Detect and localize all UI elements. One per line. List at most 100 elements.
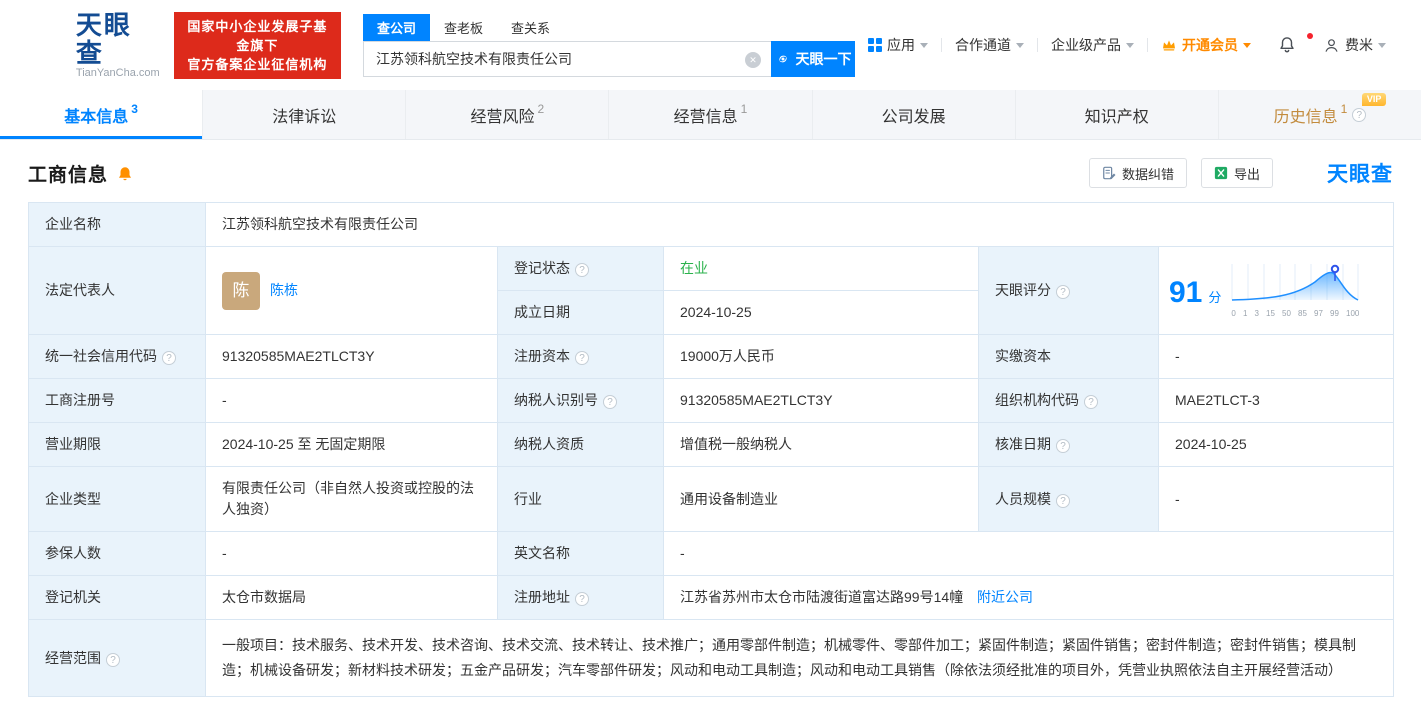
reg-number-value: - [205,378,498,423]
help-icon[interactable] [603,395,617,409]
subscribe-bell-icon[interactable] [116,165,134,183]
help-icon[interactable] [1056,493,1070,508]
legal-rep-avatar[interactable]: 陈 [222,271,260,310]
business-info-table: 企业名称 江苏领科航空技术有限责任公司 法定代表人 陈 陈栋 登记状态 在业 天… [28,202,1395,697]
tab-basic-info[interactable]: 基本信息 3 [0,90,203,139]
field-label-company-name: 企业名称 [28,202,206,247]
english-name-value: - [662,531,1395,576]
field-label-establish-date: 成立日期 [497,290,664,335]
tab-count: 1 [740,101,748,116]
tab-count: 3 [131,101,138,116]
header: 天眼查 TianYanCha.com 国家中小企业发展子基金旗下 官方备案企业征… [0,0,1421,90]
table-row: 工商注册号 - 纳税人识别号 91320585MAE2TLCT3Y 组织机构代码… [28,378,1395,423]
field-label-reg-address: 注册地址 [497,575,664,620]
establish-date-value: 2024-10-25 [663,290,979,335]
main-content: 工商信息 数据纠错 导出 天眼查 企业名称 江苏领科航空技术有限责任公司 法定代… [0,140,1421,697]
business-term-value: 2024-10-25 至 无固定期限 [205,422,498,467]
gov-certification-badge: 国家中小企业发展子基金旗下 官方备案企业征信机构 [173,11,341,79]
field-label-staff-size: 人员规模 [978,466,1159,532]
field-label-company-type: 企业类型 [28,466,206,532]
user-icon [1325,38,1338,52]
help-icon[interactable] [162,351,176,365]
bell-icon [1280,37,1294,53]
field-label-industry: 行业 [497,466,664,532]
approval-date-value: 2024-10-25 [1157,422,1395,467]
search-button[interactable]: 天眼一下 [771,40,855,77]
industry-value: 通用设备制造业 [663,466,979,532]
field-label-reg-status: 登记状态 [497,246,664,291]
tab-operation-risk[interactable]: 经营风险 2 [405,90,608,139]
insured-count-value: - [205,531,498,576]
help-icon[interactable] [1084,395,1098,409]
registration-status: 在业 [680,260,708,276]
help-icon[interactable] [1056,439,1070,453]
export-button[interactable]: 导出 [1200,158,1273,188]
nav-open-vip[interactable]: 开通会员 [1148,35,1264,55]
crown-icon [1163,40,1175,51]
tianyancha-logo[interactable]: 天眼查 TianYanCha.com [22,11,160,79]
table-row: 统一社会信用代码 91320585MAE2TLCT3Y 注册资本 19000万人… [28,334,1395,379]
excel-export-icon [1214,166,1228,180]
gov-badge-line2: 官方备案企业征信机构 [187,56,328,72]
chevron-down-icon [1243,43,1251,52]
reg-status-cell: 在业 [663,246,979,291]
field-label-insured-count: 参保人数 [28,531,206,576]
reg-address-cell: 江苏省苏州市太仓市陆渡街道富达路99号14幢 附近公司 [662,575,1395,620]
tab-legal-proceedings[interactable]: 法律诉讼 [202,90,405,139]
chevron-down-icon [1016,43,1024,52]
legal-rep-link[interactable]: 陈栋 [270,280,298,301]
section-actions: 数据纠错 导出 天眼查 [1088,158,1393,188]
field-label-taxpayer-quality: 纳税人资质 [497,422,664,467]
help-icon[interactable] [106,652,120,667]
section-header: 工商信息 数据纠错 导出 天眼查 [28,140,1393,202]
help-icon[interactable] [1352,107,1367,122]
chevron-down-icon [1378,43,1386,52]
tab-history-info[interactable]: VIP 历史信息 1 [1217,90,1421,139]
field-label-org-code: 组织机构代码 [978,378,1159,423]
nav-user[interactable]: 费米 [1310,35,1399,55]
paid-capital-value: - [1157,334,1395,379]
legal-rep-cell: 陈 陈栋 [205,246,498,335]
field-label-english-name: 英文名称 [497,531,664,576]
tab-operation-info[interactable]: 经营信息 1 [608,90,811,139]
chevron-down-icon [1126,43,1134,52]
table-row: 参保人数 - 英文名称 - [28,531,1395,576]
reg-capital-value: 19000万人民币 [663,334,979,379]
tab-company-development[interactable]: 公司发展 [811,90,1015,139]
apps-grid-icon [868,38,882,52]
gov-badge-line1: 国家中小企业发展子基金旗下 [187,18,328,53]
nav-enterprise-products[interactable]: 企业级产品 [1038,35,1147,55]
help-icon[interactable] [1056,285,1070,299]
table-row: 经营范围 一般项目：技术服务、技术开发、技术咨询、技术交流、技术转让、技术推广；… [28,619,1395,697]
search-tab-relation[interactable]: 查关系 [497,14,564,41]
company-type-value: 有限责任公司（非自然人投资或控股的法人独资） [205,466,498,532]
field-label-taxpayer-id: 纳税人识别号 [497,378,664,423]
field-label-credit-code: 统一社会信用代码 [28,334,206,379]
field-label-business-term: 营业期限 [28,422,206,467]
reg-authority-value: 太仓市数据局 [205,575,498,620]
tab-count: 2 [537,101,545,116]
notification-bell[interactable] [1264,33,1313,55]
help-icon[interactable] [575,592,589,606]
help-icon[interactable] [575,263,589,277]
nearby-companies-link[interactable]: 附近公司 [977,589,1033,605]
chevron-down-icon [920,43,928,52]
section-title: 工商信息 [28,164,109,186]
clear-search-icon[interactable] [745,51,761,68]
field-label-reg-number: 工商注册号 [28,378,206,423]
tianyan-score-unit: 分 [1208,290,1222,305]
tab-count: 1 [1340,101,1348,116]
search-tab-company[interactable]: 查公司 [363,13,431,41]
help-icon[interactable] [575,351,589,365]
tab-intellectual-property[interactable]: 知识产权 [1014,90,1218,139]
search-box [363,40,771,77]
search-input[interactable] [364,41,771,76]
company-name-value: 江苏领科航空技术有限责任公司 [204,202,1395,247]
nav-cooperation[interactable]: 合作通道 [942,35,1037,55]
table-row: 企业类型 有限责任公司（非自然人投资或控股的法人独资） 行业 通用设备制造业 人… [28,466,1395,532]
nav-apps[interactable]: 应用 [855,35,941,55]
field-label-reg-capital: 注册资本 [497,334,664,379]
search-tab-boss[interactable]: 查老板 [430,14,497,41]
data-correction-button[interactable]: 数据纠错 [1088,158,1187,188]
credit-code-value: 91320585MAE2TLCT3Y [205,334,498,379]
